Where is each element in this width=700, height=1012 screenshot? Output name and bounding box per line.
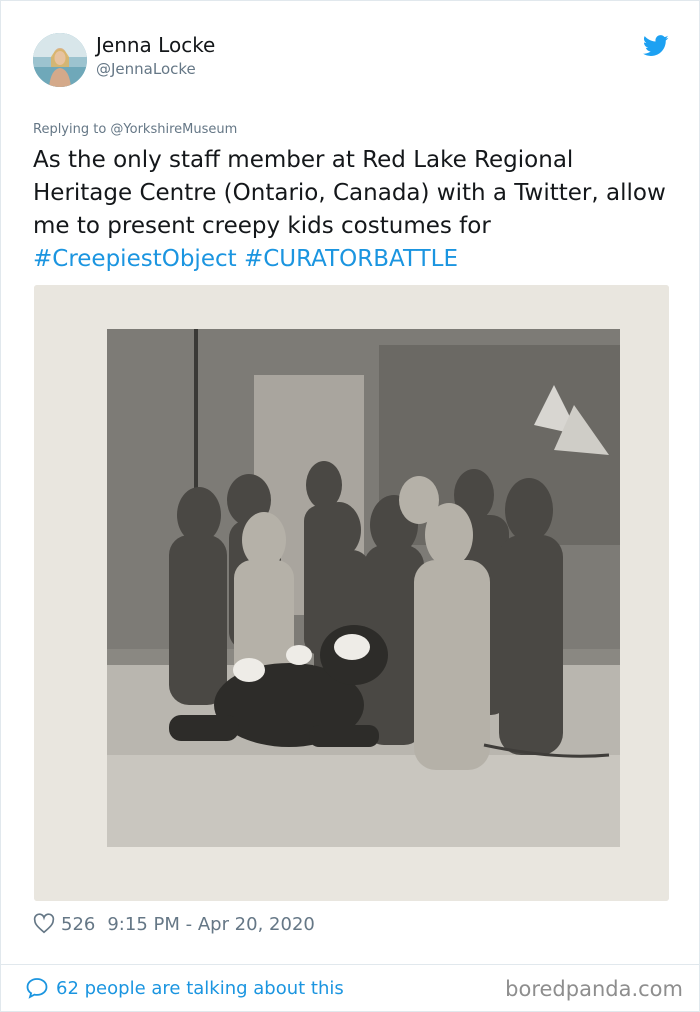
avatar[interactable] [33,33,87,87]
reply-context: Replying to @YorkshireMuseum [33,122,238,137]
tweet-text: As the only staff member at Red Lake Reg… [33,144,673,276]
like-count[interactable]: 526 [61,914,95,935]
conversation-label[interactable]: 62 people are talking about this [56,978,344,999]
author-handle[interactable]: @JennaLocke [96,60,196,78]
heart-icon[interactable] [33,913,55,935]
source-watermark: boredpanda.com [505,977,683,1001]
tweet-photo[interactable] [34,285,669,901]
speech-bubble-icon [26,978,48,999]
tweet-body: As the only staff member at Red Lake Reg… [33,147,666,239]
footer-divider [1,964,700,965]
tweet-card: Jenna Locke @JennaLocke Replying to @Yor… [0,0,700,1012]
conversation-link[interactable]: 62 people are talking about this [25,974,344,1002]
twitter-bird-icon[interactable] [643,35,669,57]
tweet-timestamp[interactable]: 9:15 PM - Apr 20, 2020 [107,914,314,935]
tweet-meta: 526 9:15 PM - Apr 20, 2020 [33,911,315,937]
hashtag-links[interactable]: #CreepiestObject #CURATORBATTLE [33,246,458,272]
author-name[interactable]: Jenna Locke [96,33,215,57]
